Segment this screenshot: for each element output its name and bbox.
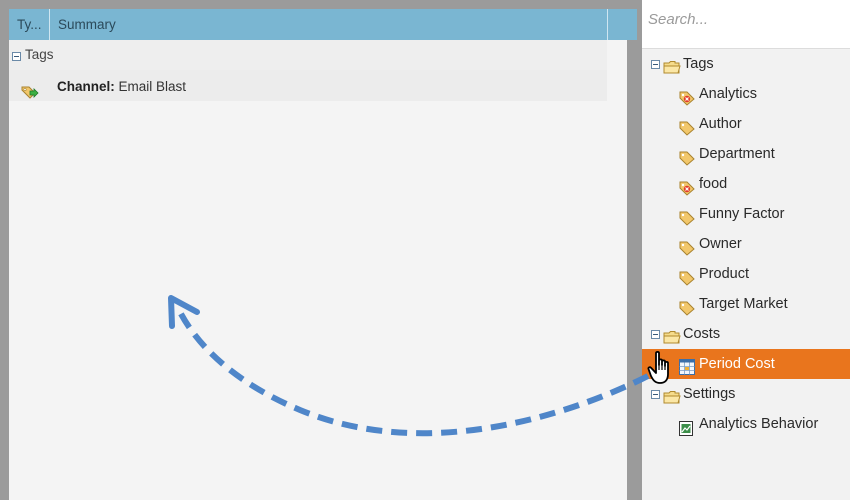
collapse-icon[interactable] [651, 330, 660, 339]
column-header-type[interactable]: Ty... [9, 9, 50, 40]
column-header-spacer [608, 9, 627, 40]
tree-item-label: Funny Factor [699, 206, 785, 222]
row-summary: Channel: Email Blast [57, 70, 186, 104]
tree-item-label: Owner [699, 236, 742, 252]
tree-item-food[interactable]: food [642, 169, 850, 199]
tree-item-label: Target Market [699, 296, 788, 312]
tree-item-funny-factor[interactable]: Funny Factor [642, 199, 850, 229]
tree-panel: Tags Analytics Author Department food Fu… [642, 0, 850, 500]
tree-item-label: Product [699, 266, 749, 282]
tree-folder-costs[interactable]: Costs [642, 319, 850, 349]
tree-item-label: Analytics [699, 86, 758, 102]
group-row-tags[interactable]: Tags [9, 40, 607, 70]
tree-item-analytics[interactable]: Analytics [642, 79, 850, 109]
tree-item-department[interactable]: Department [642, 139, 850, 169]
tree-folder-label: Costs [683, 326, 721, 342]
collapse-icon[interactable] [651, 60, 660, 69]
grid-header: Ty... Summary [9, 9, 637, 40]
collapse-icon[interactable] [12, 52, 21, 61]
group-label: Tags [25, 47, 54, 62]
grid-panel: Ty... Summary Tags Channel: Email Blast [9, 9, 637, 500]
tree-folder-tags[interactable]: Tags [642, 49, 850, 79]
tree-item-owner[interactable]: Owner [642, 229, 850, 259]
row-key: Channel: [57, 79, 115, 94]
search-input[interactable] [646, 4, 845, 34]
column-header-summary[interactable]: Summary [50, 9, 608, 40]
tree-item-analytics-behavior[interactable]: Analytics Behavior [642, 409, 850, 439]
row-value: Email Blast [118, 79, 187, 94]
search-box [642, 0, 850, 49]
tree-item-label: Analytics Behavior [699, 416, 819, 432]
tree-folder-label: Tags [683, 56, 714, 72]
tree-item-target-market[interactable]: Target Market [642, 289, 850, 319]
table-row[interactable]: Channel: Email Blast [9, 70, 607, 101]
settings-doc-icon [679, 417, 693, 447]
hand-cursor-icon [647, 350, 677, 389]
tag-arrow-icon [21, 78, 39, 112]
tree-item-label: Department [699, 146, 775, 162]
tree-item-label: Author [699, 116, 742, 132]
collapse-icon[interactable] [651, 390, 660, 399]
tree-item-label: food [699, 176, 728, 192]
tree-item-product[interactable]: Product [642, 259, 850, 289]
tree-item-author[interactable]: Author [642, 109, 850, 139]
tree-folder-label: Settings [683, 386, 736, 402]
tree-item-label: Period Cost [699, 356, 775, 372]
